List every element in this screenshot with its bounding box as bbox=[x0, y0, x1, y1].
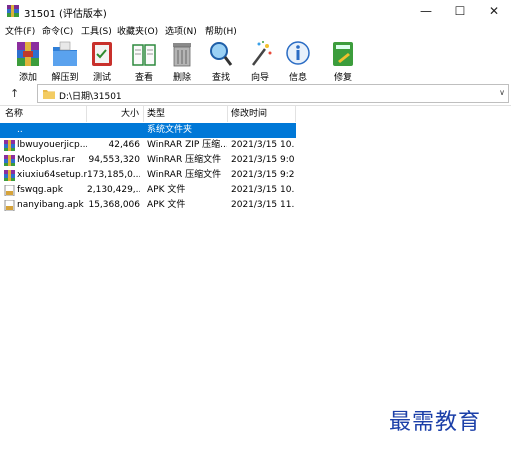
file-size: 2,130,429,... bbox=[87, 185, 140, 195]
column-header-size[interactable]: 大小 bbox=[87, 106, 144, 122]
file-name: fswqg.apk bbox=[17, 185, 63, 195]
find-magnifier-icon bbox=[210, 42, 233, 66]
repair-button[interactable]: 修复 bbox=[325, 39, 361, 83]
file-modified: 2021/3/15 11... bbox=[231, 200, 295, 210]
window-title: 31501 (评估版本) bbox=[24, 9, 107, 20]
delete-trash-icon bbox=[173, 43, 191, 67]
file-type: WinRAR ZIP 压缩... bbox=[147, 140, 227, 150]
add-button[interactable]: 添加 bbox=[10, 39, 46, 83]
chevron-down-icon[interactable]: ∨ bbox=[499, 88, 505, 97]
menu-help[interactable]: 帮助(H) bbox=[205, 24, 237, 37]
test-icon bbox=[92, 42, 112, 66]
extract-folder-icon bbox=[53, 41, 77, 66]
table-row[interactable]: Mockplus.rar 94,553,320 WinRAR 压缩文件 2021… bbox=[0, 153, 296, 168]
column-header-type[interactable]: 类型 bbox=[144, 106, 228, 122]
table-row[interactable]: fswqg.apk 2,130,429,... APK 文件 2021/3/15… bbox=[0, 183, 296, 198]
maximize-button[interactable]: ☐ bbox=[443, 0, 477, 22]
file-size bbox=[87, 123, 140, 138]
file-size: 173,185,0... bbox=[87, 170, 140, 180]
title-bar: 31501 (评估版本) — ☐ ✕ bbox=[0, 0, 511, 22]
find-button[interactable]: 查找 bbox=[203, 39, 239, 83]
file-type: WinRAR 压缩文件 bbox=[147, 155, 222, 165]
up-arrow-icon[interactable]: ↑ bbox=[10, 87, 19, 100]
column-header-name[interactable]: 名称 bbox=[0, 106, 87, 122]
table-row[interactable]: xiuxiu64setup.r... 173,185,0... WinRAR 压… bbox=[0, 168, 296, 183]
find-label: 查找 bbox=[211, 73, 230, 83]
file-type: WinRAR 压缩文件 bbox=[147, 170, 222, 180]
extract-to-button[interactable]: 解压到 bbox=[47, 39, 83, 83]
repair-icon bbox=[333, 42, 353, 66]
menu-bar: 文件(F) 命令(C) 工具(S) 收藏夹(O) 选项(N) 帮助(H) bbox=[0, 22, 511, 37]
file-modified: 2021/3/15 9:23 bbox=[231, 170, 295, 180]
table-row[interactable]: lbwuyouerjicp... 42,466 WinRAR ZIP 压缩...… bbox=[0, 138, 296, 153]
menu-tools[interactable]: 工具(S) bbox=[81, 24, 112, 37]
file-name: .. bbox=[17, 125, 23, 135]
view-button[interactable]: 查看 bbox=[126, 39, 162, 83]
file-type: APK 文件 bbox=[147, 185, 186, 195]
info-label: 信息 bbox=[288, 73, 307, 83]
apk-file-icon bbox=[4, 185, 15, 196]
view-book-icon bbox=[132, 44, 156, 66]
file-list: 名称 大小 类型 修改时间 .. 系统文件夹 lbwuyouerjicp... … bbox=[0, 105, 511, 453]
minimize-button[interactable]: — bbox=[409, 0, 443, 22]
file-modified: 2021/3/15 10... bbox=[231, 185, 295, 195]
watermark-text: 最需教育 bbox=[389, 410, 482, 435]
file-name: Mockplus.rar bbox=[17, 155, 75, 165]
info-icon bbox=[286, 41, 310, 65]
wizard-button[interactable]: 向导 bbox=[242, 39, 278, 83]
file-size: 94,553,320 bbox=[88, 155, 140, 165]
file-type: APK 文件 bbox=[147, 200, 186, 210]
winrar-archive-icon bbox=[4, 170, 15, 181]
info-button[interactable]: 信息 bbox=[280, 39, 316, 83]
address-bar: ↑ D:\日期\31501 ∨ bbox=[0, 83, 511, 105]
menu-options[interactable]: 选项(N) bbox=[165, 24, 197, 37]
repair-label: 修复 bbox=[333, 73, 352, 83]
add-archive-icon bbox=[17, 42, 39, 66]
file-name: nanyibang.apk bbox=[17, 200, 84, 210]
file-modified: 2021/3/15 10... bbox=[231, 140, 295, 150]
file-size: 15,368,006 bbox=[88, 200, 140, 210]
apk-file-icon bbox=[4, 200, 15, 211]
file-name: xiuxiu64setup.r... bbox=[17, 170, 87, 180]
column-header-modified[interactable]: 修改时间 bbox=[228, 106, 296, 122]
file-name: lbwuyouerjicp... bbox=[17, 140, 87, 150]
path-text: D:\日期\31501 bbox=[59, 92, 122, 102]
folder-icon bbox=[43, 90, 55, 99]
path-field[interactable]: D:\日期\31501 ∨ bbox=[37, 84, 509, 103]
menu-file[interactable]: 文件(F) bbox=[5, 24, 35, 37]
file-size: 42,466 bbox=[108, 140, 141, 150]
test-button[interactable]: 测试 bbox=[84, 39, 120, 83]
test-label: 测试 bbox=[92, 73, 111, 83]
menu-favorites[interactable]: 收藏夹(O) bbox=[117, 24, 158, 37]
table-row[interactable]: nanyibang.apk 15,368,006 APK 文件 2021/3/1… bbox=[0, 198, 296, 213]
wizard-wand-icon bbox=[252, 41, 272, 66]
file-type: 系统文件夹 bbox=[147, 125, 193, 135]
file-modified: 2021/3/15 9:08 bbox=[231, 155, 295, 165]
winrar-archive-icon bbox=[4, 140, 15, 151]
winrar-archive-icon bbox=[4, 155, 15, 166]
winrar-app-icon bbox=[7, 5, 19, 17]
toolbar: 添加 解压到 测试 查看 删除 查找 向导 信息 修复 bbox=[0, 37, 511, 83]
menu-commands[interactable]: 命令(C) bbox=[42, 24, 73, 37]
table-row[interactable]: .. 系统文件夹 bbox=[0, 123, 296, 138]
close-button[interactable]: ✕ bbox=[477, 0, 511, 22]
delete-button[interactable]: 删除 bbox=[164, 39, 200, 83]
delete-label: 删除 bbox=[172, 73, 191, 83]
file-modified bbox=[231, 123, 295, 138]
